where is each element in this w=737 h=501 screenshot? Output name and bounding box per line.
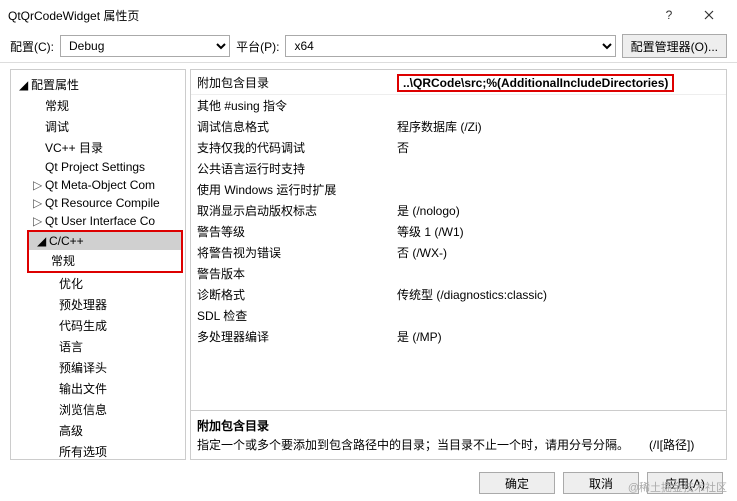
property-label: 其他 #using 指令 [197,97,397,114]
tree-item[interactable]: ▷Qt Meta-Object Com [25,176,185,194]
tree-item[interactable]: 常规 [43,250,181,271]
desc-flag: (/I[路径]) [649,436,694,453]
property-row[interactable]: 附加包含目录..\QRCode\src;%(AdditionalIncludeD… [191,70,726,95]
property-value[interactable]: 等级 1 (/W1) [397,223,720,240]
tree-item[interactable]: 所有选项 [39,441,185,460]
tree-item[interactable]: ▷Qt Resource Compile [25,194,185,212]
close-button[interactable] [689,1,729,29]
property-label: 使用 Windows 运行时扩展 [197,181,397,198]
tree-item[interactable]: 代码生成 [39,315,185,336]
property-value[interactable] [397,265,720,282]
tree-item[interactable]: 预处理器 [39,294,185,315]
config-manager-button[interactable]: 配置管理器(O)... [622,34,727,58]
property-row[interactable]: 诊断格式传统型 (/diagnostics:classic) [191,284,726,305]
property-row[interactable]: SDL 检查 [191,305,726,326]
chevron-right-icon: ▷ [33,214,43,228]
property-label: 调试信息格式 [197,118,397,135]
property-value[interactable]: 是 (/nologo) [397,202,720,219]
property-row[interactable]: 将警告视为错误否 (/WX-) [191,242,726,263]
tree-item[interactable]: 优化 [39,273,185,294]
tree-item[interactable]: 常规 [25,95,185,116]
tree-item[interactable]: Qt Project Settings [25,158,185,176]
property-label: 将警告视为错误 [197,244,397,261]
chevron-down-icon: ◢ [37,234,47,248]
tree-item[interactable]: 调试 [25,116,185,137]
tree-root[interactable]: ◢配置属性 [11,74,185,95]
tree-item[interactable]: ▷Qt User Interface Co [25,212,185,230]
property-label: 附加包含目录 [197,74,397,92]
tree-item[interactable]: 语言 [39,336,185,357]
property-row[interactable]: 警告等级等级 1 (/W1) [191,221,726,242]
property-value[interactable] [397,181,720,198]
close-icon [704,10,714,20]
property-label: 取消显示启动版权标志 [197,202,397,219]
property-value[interactable]: 否 (/WX-) [397,244,720,261]
cancel-button[interactable]: 取消 [563,472,639,494]
ok-button[interactable]: 确定 [479,472,555,494]
property-label: 警告版本 [197,265,397,282]
config-select[interactable]: Debug [60,35,230,57]
property-value[interactable] [397,97,720,114]
chevron-down-icon: ◢ [19,78,29,92]
property-label: SDL 检查 [197,307,397,324]
tree-item[interactable]: 预编译头 [39,357,185,378]
platform-select[interactable]: x64 [285,35,615,57]
tree-item[interactable]: 高级 [39,420,185,441]
tree-node-cc[interactable]: ◢C/C++ [29,232,181,250]
property-value[interactable]: ..\QRCode\src;%(AdditionalIncludeDirecto… [397,74,720,92]
platform-label: 平台(P): [236,38,279,55]
tree-item[interactable]: VC++ 目录 [25,137,185,158]
property-grid[interactable]: 附加包含目录..\QRCode\src;%(AdditionalIncludeD… [190,69,727,411]
tree-item[interactable]: 浏览信息 [39,399,185,420]
chevron-right-icon: ▷ [33,178,43,192]
desc-body: 指定一个或多个要添加到包含路径中的目录；当目录不止一个时，请用分号分隔。 [197,436,629,453]
property-row[interactable]: 调试信息格式程序数据库 (/Zi) [191,116,726,137]
property-value[interactable]: 是 (/MP) [397,328,720,345]
property-row[interactable]: 使用 Windows 运行时扩展 [191,179,726,200]
apply-button[interactable]: 应用(A) [647,472,723,494]
property-value[interactable]: 否 [397,139,720,156]
desc-title: 附加包含目录 [197,417,720,434]
property-row[interactable]: 多处理器编译是 (/MP) [191,326,726,347]
nav-tree[interactable]: ◢配置属性 常规调试VC++ 目录Qt Project Settings▷Qt … [10,69,186,460]
property-label: 公共语言运行时支持 [197,160,397,177]
property-value[interactable] [397,307,720,324]
property-value[interactable]: 传统型 (/diagnostics:classic) [397,286,720,303]
property-row[interactable]: 警告版本 [191,263,726,284]
chevron-right-icon: ▷ [33,196,43,210]
property-label: 多处理器编译 [197,328,397,345]
window-title: QtQrCodeWidget 属性页 [8,7,649,24]
property-row[interactable]: 取消显示启动版权标志是 (/nologo) [191,200,726,221]
config-label: 配置(C): [10,38,54,55]
property-label: 支持仅我的代码调试 [197,139,397,156]
property-row[interactable]: 支持仅我的代码调试否 [191,137,726,158]
property-value[interactable]: 程序数据库 (/Zi) [397,118,720,135]
description-panel: 附加包含目录 指定一个或多个要添加到包含路径中的目录；当目录不止一个时，请用分号… [190,411,727,460]
property-label: 警告等级 [197,223,397,240]
property-label: 诊断格式 [197,286,397,303]
tree-item[interactable]: 输出文件 [39,378,185,399]
help-button[interactable]: ? [649,1,689,29]
property-row[interactable]: 公共语言运行时支持 [191,158,726,179]
property-row[interactable]: 其他 #using 指令 [191,95,726,116]
property-value[interactable] [397,160,720,177]
